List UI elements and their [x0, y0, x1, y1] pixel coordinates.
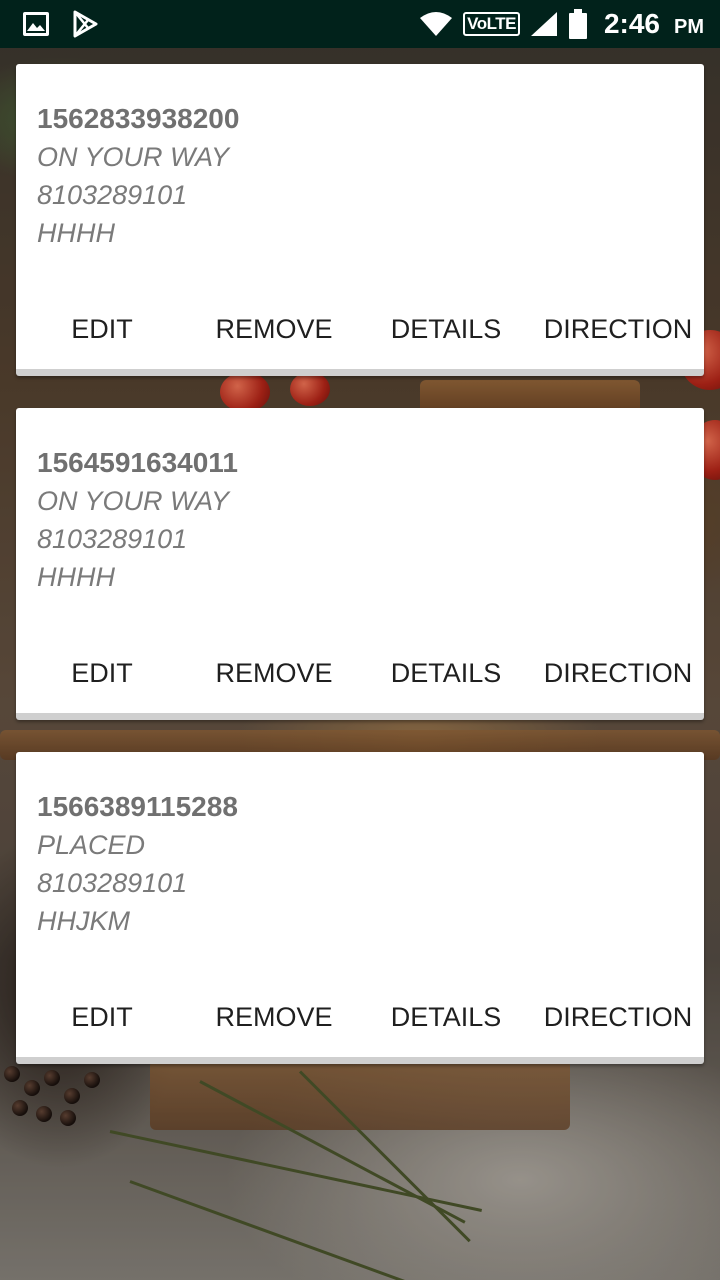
- order-id: 1562833938200: [37, 103, 240, 134]
- order-note: HHHH: [37, 218, 115, 248]
- battery-icon: [568, 9, 588, 39]
- order-note: HHHH: [37, 562, 115, 592]
- remove-button[interactable]: REMOVE: [188, 653, 360, 693]
- volte-badge: VoLTE: [463, 12, 520, 36]
- status-time-suffix: PM: [674, 15, 704, 38]
- status-time: 2:46: [603, 8, 660, 39]
- details-button[interactable]: DETAILS: [360, 309, 532, 349]
- details-button[interactable]: DETAILS: [360, 653, 532, 693]
- order-id: 1566389115288: [37, 791, 238, 822]
- order-status: PLACED: [37, 830, 146, 860]
- order-info: 1562833938200 ON YOUR WAY 8103289101 HHH…: [37, 100, 239, 252]
- order-actions: EDIT REMOVE DETAILS DIRECTION: [16, 309, 704, 349]
- details-button[interactable]: DETAILS: [360, 997, 532, 1037]
- order-info: 1564591634011 ON YOUR WAY 8103289101 HHH…: [37, 444, 238, 596]
- order-card: 1566389115288 PLACED 8103289101 HHJKM ED…: [16, 752, 704, 1064]
- order-actions: EDIT REMOVE DETAILS DIRECTION: [16, 653, 704, 693]
- order-status: ON YOUR WAY: [37, 486, 230, 516]
- direction-button[interactable]: DIRECTION: [532, 997, 704, 1037]
- direction-button[interactable]: DIRECTION: [532, 653, 704, 693]
- signal-icon: [530, 11, 558, 37]
- order-info: 1566389115288 PLACED 8103289101 HHJKM: [37, 788, 238, 940]
- wifi-icon: [419, 11, 453, 37]
- order-phone: 8103289101: [37, 868, 188, 898]
- edit-button[interactable]: EDIT: [16, 997, 188, 1037]
- status-bar: VoLTE 2:46 PM: [0, 0, 720, 48]
- order-list: 1562833938200 ON YOUR WAY 8103289101 HHH…: [16, 64, 704, 1096]
- image-icon: [22, 11, 50, 37]
- order-card: 1564591634011 ON YOUR WAY 8103289101 HHH…: [16, 408, 704, 720]
- remove-button[interactable]: REMOVE: [188, 997, 360, 1037]
- play-store-icon: [72, 10, 100, 38]
- direction-button[interactable]: DIRECTION: [532, 309, 704, 349]
- order-id: 1564591634011: [37, 447, 238, 478]
- order-phone: 8103289101: [37, 524, 188, 554]
- remove-button[interactable]: REMOVE: [188, 309, 360, 349]
- order-note: HHJKM: [37, 906, 130, 936]
- order-actions: EDIT REMOVE DETAILS DIRECTION: [16, 997, 704, 1037]
- order-status: ON YOUR WAY: [37, 142, 230, 172]
- edit-button[interactable]: EDIT: [16, 653, 188, 693]
- edit-button[interactable]: EDIT: [16, 309, 188, 349]
- order-card: 1562833938200 ON YOUR WAY 8103289101 HHH…: [16, 64, 704, 376]
- order-phone: 8103289101: [37, 180, 188, 210]
